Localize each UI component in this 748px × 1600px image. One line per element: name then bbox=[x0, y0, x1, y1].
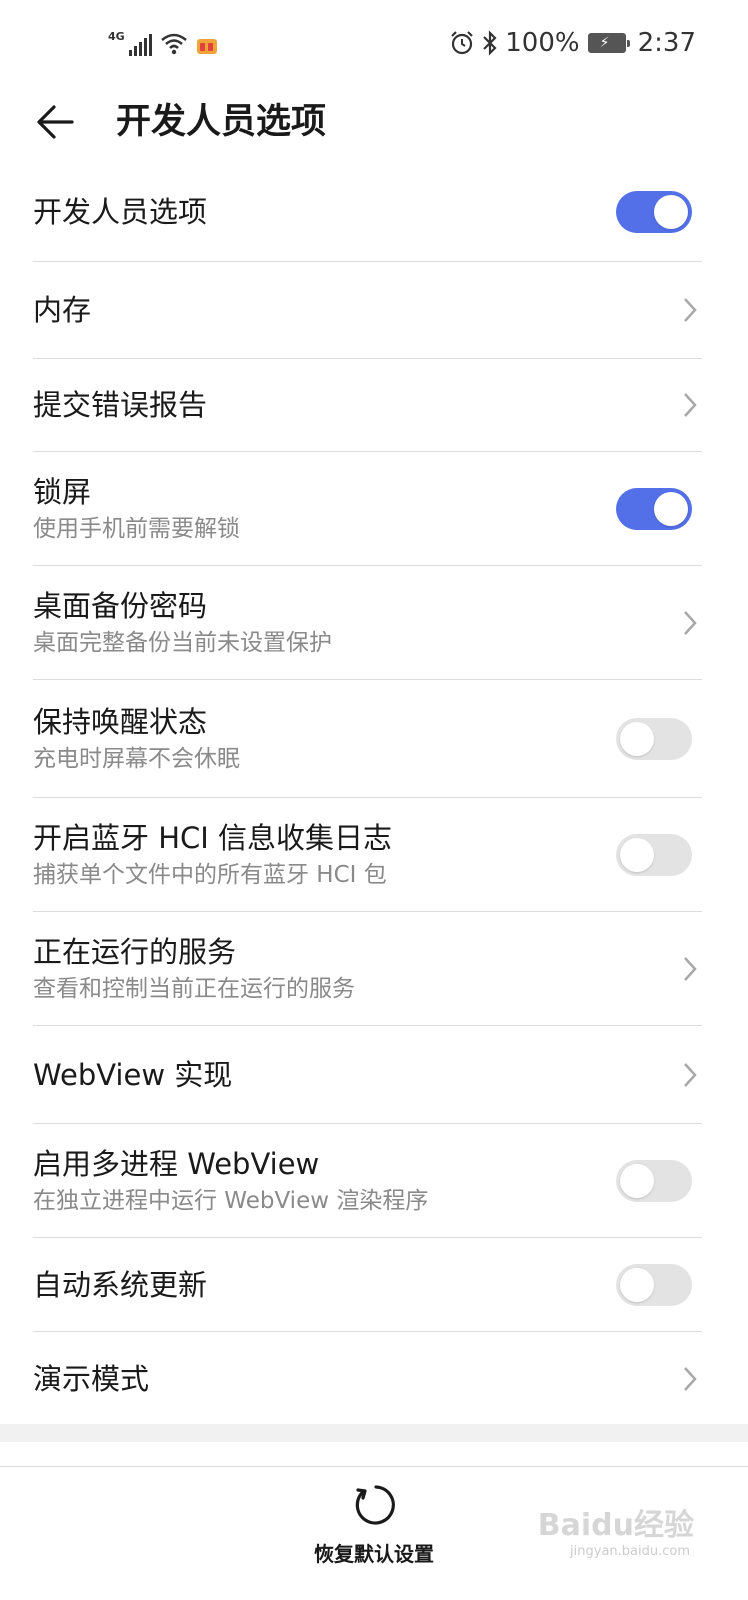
setting-title: 自动系统更新 bbox=[33, 1267, 208, 1302]
battery-icon: ⚡ bbox=[587, 33, 630, 53]
setting-demo-mode[interactable]: 演示模式 bbox=[33, 1332, 702, 1426]
section-gap bbox=[0, 1424, 748, 1442]
chevron-right-icon bbox=[684, 1367, 697, 1391]
page-title: 开发人员选项 bbox=[116, 102, 327, 142]
setting-title: 锁屏 bbox=[33, 474, 92, 509]
watermark-url: jingyan.baidu.com bbox=[570, 1544, 690, 1559]
setting-bluetooth-hci-log[interactable]: 开启蓝牙 HCI 信息收集日志 捕获单个文件中的所有蓝牙 HCI 包 bbox=[33, 798, 702, 912]
status-right: 100% ⚡ 2:37 bbox=[449, 26, 696, 60]
setting-memory[interactable]: 内存 bbox=[33, 262, 702, 359]
setting-title: 开启蓝牙 HCI 信息收集日志 bbox=[33, 820, 393, 855]
chevron-right-icon bbox=[684, 298, 697, 322]
battery-percent: 100% bbox=[505, 28, 580, 58]
stay-awake-toggle[interactable] bbox=[616, 717, 692, 760]
alarm-icon bbox=[451, 31, 474, 55]
developer-options-toggle[interactable] bbox=[616, 190, 692, 233]
chevron-right-icon bbox=[684, 1062, 697, 1087]
setting-subtitle: 在独立进程中运行 WebView 渲染程序 bbox=[33, 1187, 429, 1214]
setting-title: WebView 实现 bbox=[33, 1057, 233, 1092]
setting-subtitle: 充电时屏幕不会休眠 bbox=[33, 745, 240, 772]
setting-bug-report[interactable]: 提交错误报告 bbox=[33, 359, 702, 452]
setting-title: 桌面备份密码 bbox=[33, 588, 208, 623]
restore-defaults-button[interactable]: 恢复默认设置 bbox=[274, 1481, 474, 1581]
restore-defaults-label: 恢复默认设置 bbox=[314, 1542, 434, 1566]
setting-title: 演示模式 bbox=[33, 1362, 150, 1396]
setting-title: 内存 bbox=[33, 293, 92, 327]
notification-app-icon bbox=[196, 39, 217, 54]
signal-icon bbox=[128, 34, 152, 56]
setting-running-services[interactable]: 正在运行的服务 查看和控制当前正在运行的服务 bbox=[33, 912, 702, 1026]
lock-screen-toggle[interactable] bbox=[616, 487, 692, 530]
setting-subtitle: 使用手机前需要解锁 bbox=[33, 515, 240, 542]
status-left: 4G bbox=[108, 26, 218, 56]
setting-title: 开发人员选项 bbox=[33, 194, 208, 229]
setting-subtitle: 桌面完整备份当前未设置保护 bbox=[33, 629, 332, 656]
setting-title: 正在运行的服务 bbox=[33, 934, 237, 969]
chevron-right-icon bbox=[684, 610, 697, 635]
chevron-right-icon bbox=[684, 956, 697, 981]
network-type: 4G bbox=[108, 30, 125, 43]
setting-lock-screen[interactable]: 锁屏 使用手机前需要解锁 bbox=[33, 452, 702, 566]
setting-stay-awake[interactable]: 保持唤醒状态 充电时屏幕不会休眠 bbox=[33, 680, 702, 798]
setting-subtitle: 捕获单个文件中的所有蓝牙 HCI 包 bbox=[33, 861, 387, 888]
chevron-right-icon bbox=[684, 393, 697, 417]
back-arrow-icon[interactable] bbox=[32, 98, 80, 146]
setting-developer-options[interactable]: 开发人员选项 bbox=[33, 162, 702, 262]
setting-title: 启用多进程 WebView bbox=[33, 1146, 320, 1181]
setting-title: 保持唤醒状态 bbox=[33, 704, 208, 739]
setting-backup-password[interactable]: 桌面备份密码 桌面完整备份当前未设置保护 bbox=[33, 566, 702, 680]
status-bar: 4G 100% ⚡ 2:37 bbox=[0, 0, 748, 86]
setting-webview-implementation[interactable]: WebView 实现 bbox=[33, 1026, 702, 1124]
settings-list: 开发人员选项 内存 提交错误报告 锁屏 使用手机前需要解锁 桌面备份密码 桌面完… bbox=[0, 162, 748, 1426]
watermark-logo: Baidu经验 bbox=[537, 1508, 694, 1543]
bluetooth-icon bbox=[483, 30, 497, 56]
app-header: 开发人员选项 bbox=[0, 86, 748, 162]
bluetooth-hci-toggle[interactable] bbox=[616, 833, 692, 876]
setting-subtitle: 查看和控制当前正在运行的服务 bbox=[33, 975, 355, 1002]
restore-icon bbox=[355, 1485, 395, 1525]
clock: 2:37 bbox=[637, 28, 696, 58]
setting-multiprocess-webview[interactable]: 启用多进程 WebView 在独立进程中运行 WebView 渲染程序 bbox=[33, 1124, 702, 1238]
multiprocess-webview-toggle[interactable] bbox=[616, 1159, 692, 1202]
setting-title: 提交错误报告 bbox=[33, 388, 208, 422]
setting-auto-system-update[interactable]: 自动系统更新 bbox=[33, 1238, 702, 1332]
auto-update-toggle[interactable] bbox=[616, 1263, 692, 1306]
wifi-icon bbox=[160, 33, 187, 55]
